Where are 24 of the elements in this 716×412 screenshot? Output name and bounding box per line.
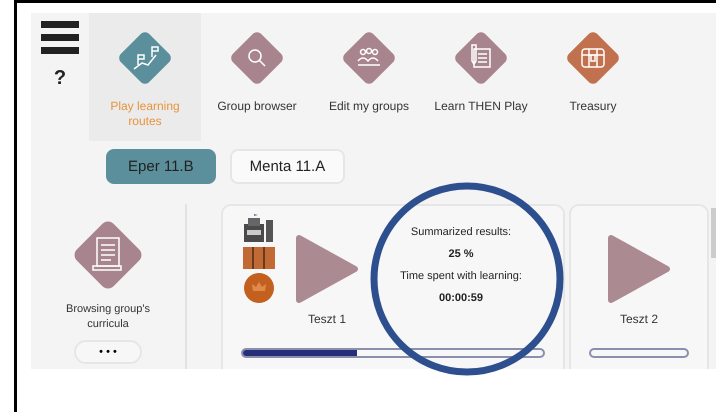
results-label: Summarized results: [410, 226, 512, 238]
module-tile[interactable]: Treasury [537, 13, 649, 141]
time-value: 00:00:59 [438, 292, 484, 304]
menu-icon[interactable] [41, 21, 79, 55]
results-value: 25 % [448, 248, 474, 260]
group-tab[interactable]: Eper 11.B [106, 149, 216, 184]
crown-medal-icon [243, 272, 275, 304]
module-tile[interactable]: Group browser [201, 13, 313, 141]
course-title: Teszt 1 [308, 312, 346, 326]
scrollbar[interactable] [711, 208, 716, 258]
module-tile[interactable]: Edit my groups [313, 13, 425, 141]
module-tile[interactable]: Learn THEN Play [425, 13, 537, 141]
course-card[interactable]: Teszt 2 [569, 204, 709, 369]
castle-icon [242, 214, 276, 244]
curricula-label: Browsing group's curricula [64, 302, 152, 332]
time-label: Time spent with learning: [400, 270, 522, 282]
help-button[interactable]: ? [54, 67, 66, 90]
more-button[interactable]: • • • [74, 340, 142, 364]
crate-icon [242, 246, 276, 270]
play-icon[interactable] [295, 234, 359, 304]
course-title: Teszt 2 [620, 312, 658, 326]
course-card[interactable]: Teszt 1 Summarized results: 25 % Time spent with learning: 00:00:59 [221, 204, 565, 369]
play-icon[interactable] [607, 234, 671, 304]
group-tab[interactable]: Menta 11.A [230, 149, 346, 184]
